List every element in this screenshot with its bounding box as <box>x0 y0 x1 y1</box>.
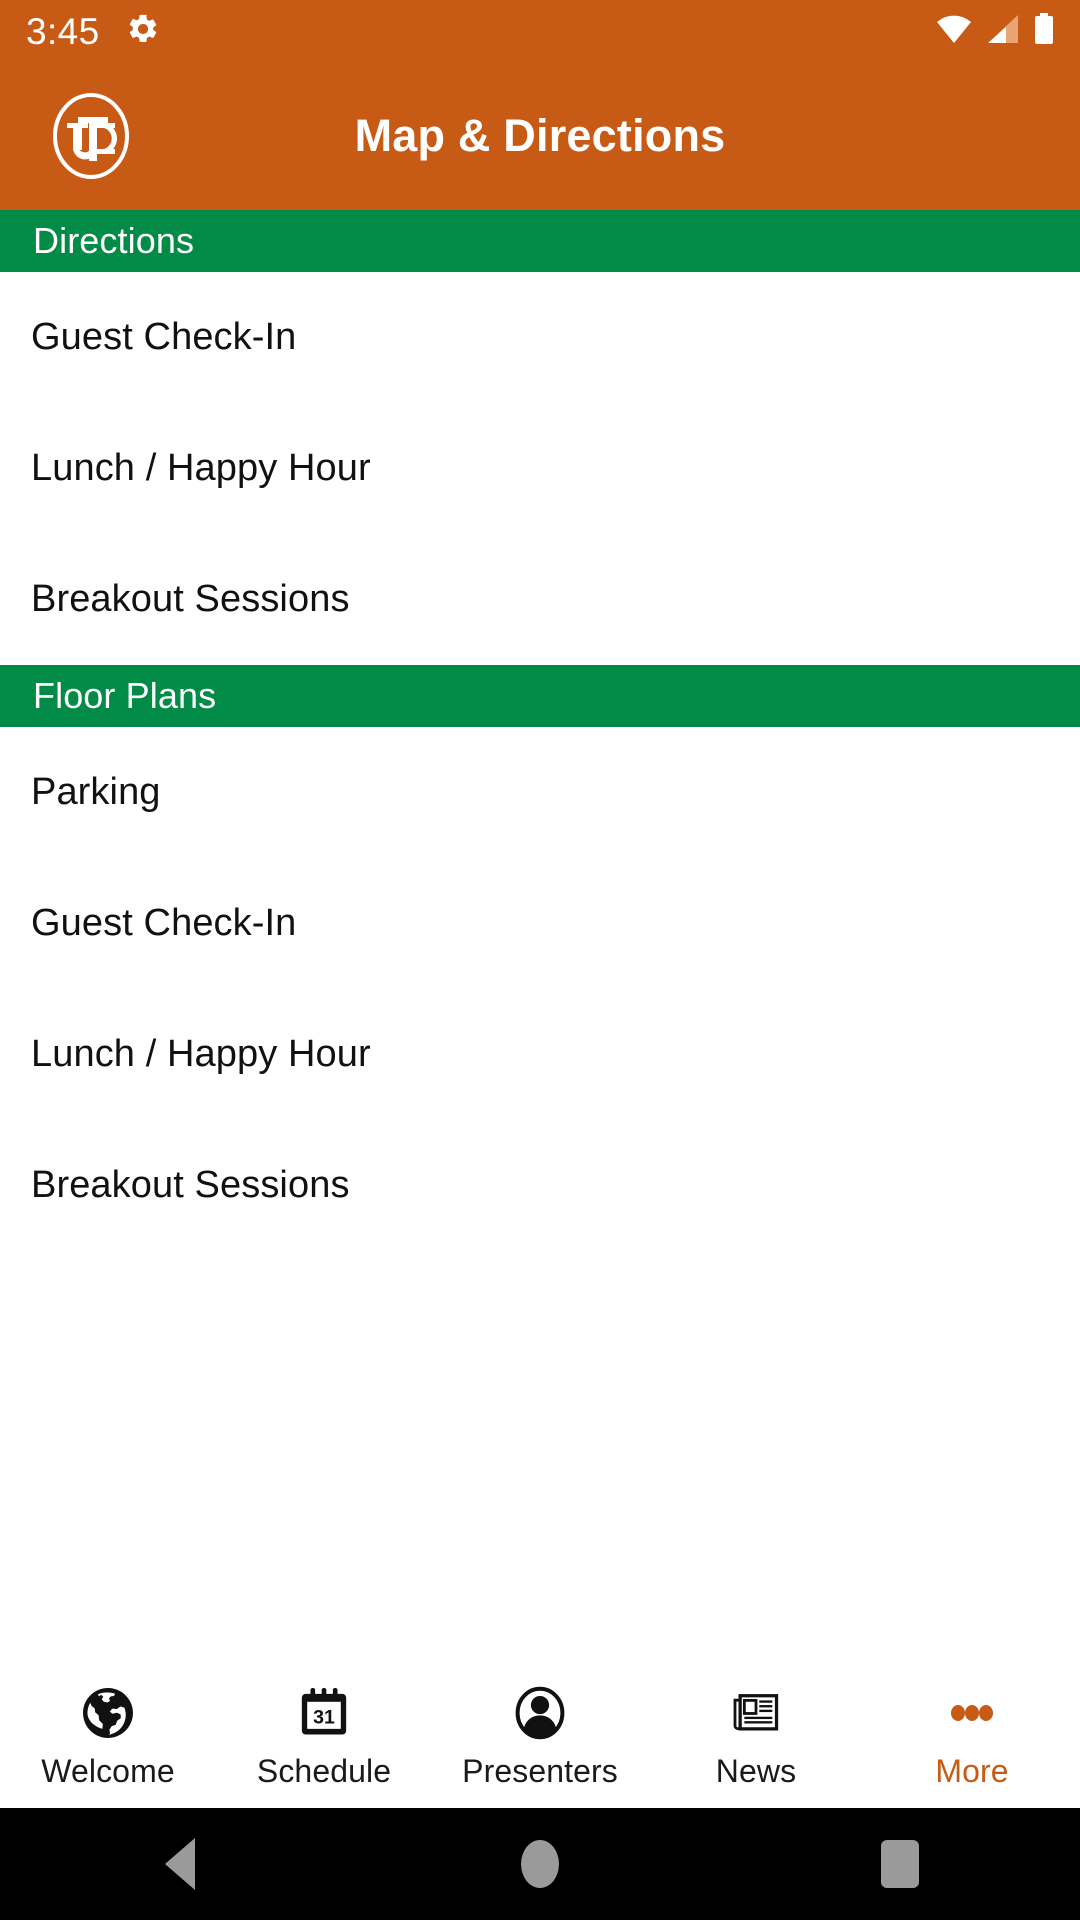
status-bar: 3:45 <box>0 0 1080 62</box>
home-button[interactable] <box>360 1808 720 1920</box>
list-item-label: Breakout Sessions <box>31 578 350 620</box>
list-item[interactable]: Guest Check-In <box>0 858 1080 989</box>
tab-label: Presenters <box>462 1752 618 1789</box>
tab-label: More <box>935 1752 1009 1789</box>
gear-icon <box>126 12 160 51</box>
status-clock: 3:45 <box>26 10 100 52</box>
home-circle-icon <box>521 1840 559 1888</box>
app-bar: Map & Directions <box>0 62 1080 210</box>
content-spacer <box>0 1251 1080 1660</box>
list-item[interactable]: Lunch / Happy Hour <box>0 403 1080 534</box>
calendar-icon: 31 <box>293 1682 355 1744</box>
list-item[interactable]: Breakout Sessions <box>0 534 1080 665</box>
cellular-signal-icon <box>986 14 1020 49</box>
bottom-tab-bar: Welcome 31 Schedule Presenters News More <box>0 1660 1080 1808</box>
list-item[interactable]: Parking <box>0 727 1080 858</box>
wifi-icon <box>936 14 972 49</box>
list-item-label: Parking <box>31 771 161 813</box>
section-header-directions: Directions <box>0 210 1080 272</box>
globe-icon <box>77 1682 139 1744</box>
person-icon <box>509 1682 571 1744</box>
app-screen: 3:45 Map & Directions Directions Guest C… <box>0 0 1080 1920</box>
list-item-label: Lunch / Happy Hour <box>31 1033 371 1075</box>
list-item-label: Guest Check-In <box>31 316 297 358</box>
list-item[interactable]: Lunch / Happy Hour <box>0 989 1080 1120</box>
list-item[interactable]: Breakout Sessions <box>0 1120 1080 1251</box>
battery-icon <box>1034 12 1054 50</box>
status-bar-right <box>936 12 1054 50</box>
tab-more[interactable]: More <box>864 1660 1080 1808</box>
section-header-label: Floor Plans <box>33 675 217 716</box>
recents-button[interactable] <box>720 1808 1080 1920</box>
tab-label: Schedule <box>256 1752 392 1789</box>
calendar-day-number: 31 <box>313 1706 335 1728</box>
recents-square-icon <box>881 1840 919 1888</box>
page-title: Map & Directions <box>354 110 726 161</box>
section-header-floor-plans: Floor Plans <box>0 665 1080 727</box>
back-button[interactable] <box>0 1808 360 1920</box>
tab-welcome[interactable]: Welcome <box>0 1660 216 1808</box>
tab-news[interactable]: News <box>648 1660 864 1808</box>
tab-schedule[interactable]: 31 Schedule <box>216 1660 432 1808</box>
utd-logo[interactable] <box>50 90 132 182</box>
list-item-label: Lunch / Happy Hour <box>31 447 371 489</box>
android-navigation-bar <box>0 1808 1080 1920</box>
back-triangle-icon <box>165 1838 195 1890</box>
more-dots-icon <box>941 1682 1003 1744</box>
status-bar-left: 3:45 <box>26 12 160 51</box>
section-header-label: Directions <box>33 220 195 261</box>
content-list: Directions Guest Check-In Lunch / Happy … <box>0 210 1080 1660</box>
tab-presenters[interactable]: Presenters <box>432 1660 648 1808</box>
newspaper-icon <box>725 1682 787 1744</box>
list-item-label: Breakout Sessions <box>31 1164 350 1206</box>
tab-label: Welcome <box>41 1752 175 1789</box>
list-item[interactable]: Guest Check-In <box>0 272 1080 403</box>
list-item-label: Guest Check-In <box>31 902 297 944</box>
tab-label: News <box>715 1752 797 1789</box>
